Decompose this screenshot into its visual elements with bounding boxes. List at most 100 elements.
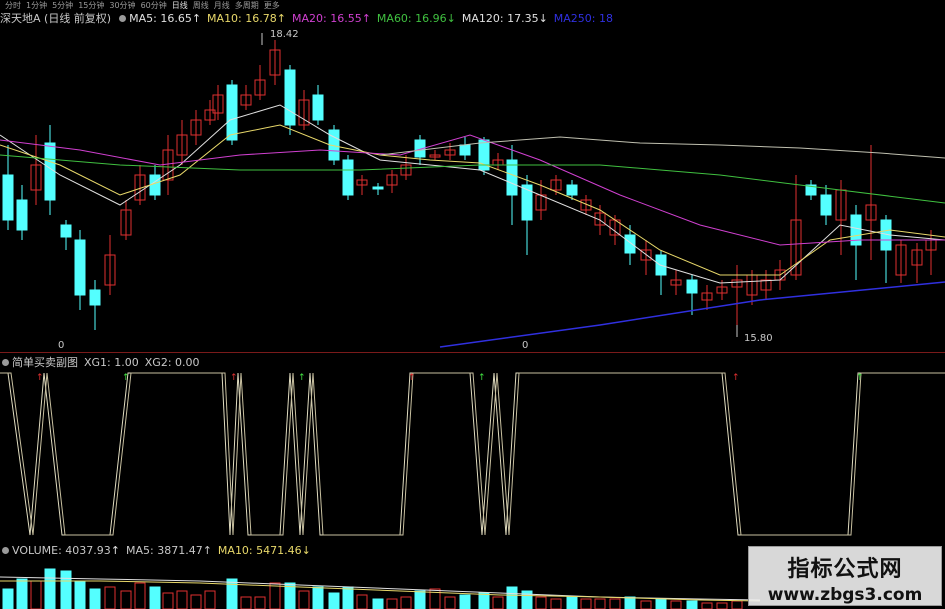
watermark-title: 指标公式网 xyxy=(787,557,903,582)
ma-legend-item: MA5: 16.65↑ xyxy=(129,11,202,25)
volume-bar xyxy=(609,598,621,609)
candle-body xyxy=(44,142,56,201)
signal-arrow-icon: ↑ xyxy=(122,373,130,383)
volume-bar xyxy=(298,590,310,609)
volume-bar xyxy=(686,600,698,609)
candle-body xyxy=(624,234,636,254)
volume-bar xyxy=(594,598,606,609)
signal-arrow-icon: ↑ xyxy=(732,373,740,383)
signal-arrow-icon: ↑ xyxy=(478,373,486,383)
indicator-header: 简单买卖副图 XG1: 1.00 XG2: 0.00 xyxy=(0,355,945,369)
volume-bar xyxy=(176,590,188,609)
volume-bar xyxy=(655,598,667,609)
volume-bar xyxy=(89,588,101,609)
volume-ma10: MA10: 5471.46↓ xyxy=(217,543,311,557)
candle-body xyxy=(312,94,324,121)
candle-body xyxy=(686,279,698,294)
candle-body xyxy=(74,239,86,296)
volume-bar xyxy=(149,586,161,609)
ma5-line xyxy=(0,104,945,284)
volume-bar xyxy=(414,590,426,609)
ma-legend-item: MA10: 16.78↑ xyxy=(207,11,286,25)
volume-bar xyxy=(190,594,202,609)
candle-body xyxy=(521,184,533,221)
volume-bar xyxy=(162,592,174,609)
timeframe-tab[interactable]: 更多 xyxy=(264,0,280,11)
timeframe-tab[interactable]: 多周期 xyxy=(235,0,259,11)
volume-bar xyxy=(328,592,340,609)
volume-bar xyxy=(492,596,504,609)
volume-ma5-line xyxy=(0,576,761,601)
ma-legend-item: MA20: 16.55↑ xyxy=(291,11,371,25)
volume-bar xyxy=(640,600,652,609)
timeframe-tab[interactable]: 1分钟 xyxy=(26,0,47,11)
volume-bar xyxy=(269,582,281,609)
indicator-chart[interactable]: ↑ ↑ ↑ ↑ ↑ ↑ ↑ ↑ xyxy=(0,369,945,542)
volume-bar xyxy=(60,570,72,609)
volume-label: VOLUME: 4037.93↑ xyxy=(12,543,120,557)
volume-bar xyxy=(670,600,682,609)
volume-bar xyxy=(120,590,132,609)
volume-ma5: MA5: 3871.47↑ xyxy=(125,543,212,557)
candle-body xyxy=(16,199,28,231)
timeframe-tab[interactable]: 日线 xyxy=(172,0,188,11)
volume-bar xyxy=(444,596,456,609)
main-chart-header: 深天地A (日线 前复权) MA5: 16.65↑ MA10: 16.78↑ MA2… xyxy=(0,11,945,26)
volume-bar xyxy=(312,586,324,609)
volume-bar xyxy=(226,578,238,609)
timeframe-tab[interactable]: 30分钟 xyxy=(109,0,135,11)
timeframe-tab[interactable]: 5分钟 xyxy=(52,0,73,11)
volume-bar xyxy=(16,578,28,609)
candle-body xyxy=(459,144,471,156)
volume-bar xyxy=(731,600,743,609)
high-price-label: 18.42 xyxy=(270,29,299,40)
timeframe-tab[interactable]: 60分钟 xyxy=(141,0,167,11)
candle-body xyxy=(89,289,101,306)
candle-body xyxy=(342,159,354,196)
signal-arrow-icon: ↑ xyxy=(856,373,864,383)
timeframe-tab[interactable]: 分时 xyxy=(5,0,21,11)
volume-bar xyxy=(580,598,592,609)
indicator-title: 简单买卖副图 xyxy=(12,356,78,369)
watermark-url: www.zbgs3.com xyxy=(767,585,923,605)
timeframe-tab[interactable]: 周线 xyxy=(193,0,209,11)
volume-bar xyxy=(356,594,368,609)
volume-ma10-line xyxy=(0,580,761,602)
volume-bar xyxy=(134,582,146,609)
volume-bar xyxy=(716,602,728,609)
volume-bar xyxy=(372,598,384,609)
volume-dot-icon[interactable] xyxy=(2,546,9,554)
signal-arrow-icon: ↑ xyxy=(408,373,416,383)
ma-legend: MA5: 16.65↑ MA10: 16.78↑ MA20: 16.55↑ MA60:… xyxy=(129,12,619,25)
timeframe-toolbar: 分时 1分钟 5分钟 15分钟 30分钟 60分钟 日线 周线 月线 多周期 更多 xyxy=(0,0,945,10)
indicator-dot-icon[interactable] xyxy=(2,358,9,366)
candle-body xyxy=(284,69,296,126)
volume-bar xyxy=(550,598,562,609)
candlestick-chart[interactable]: 18.42 15.80 0 0 xyxy=(0,25,945,350)
volume-bar xyxy=(74,580,86,609)
volume-bar xyxy=(386,598,398,609)
settings-dot-icon[interactable] xyxy=(119,14,127,22)
volume-bar xyxy=(478,592,490,609)
candle-body xyxy=(2,174,14,221)
signal-arrow-icon: ↑ xyxy=(36,373,44,383)
xg2-line xyxy=(0,372,945,536)
volume-bar xyxy=(701,602,713,609)
bottom-marker: 0 xyxy=(522,340,528,350)
candle-body xyxy=(820,194,832,216)
volume-bar xyxy=(2,588,14,609)
xg1-line xyxy=(0,372,945,536)
candle-body xyxy=(226,84,238,141)
signal-arrow-icon: ↑ xyxy=(230,373,238,383)
candle-body xyxy=(372,186,384,190)
watermark: 指标公式网 www.zbgs3.com xyxy=(748,546,942,606)
pane-divider xyxy=(0,352,945,353)
volume-bar xyxy=(30,580,42,609)
volume-bar xyxy=(44,568,56,609)
stock-title: 深天地A (日线 前复权) xyxy=(0,12,112,25)
timeframe-tab[interactable]: 15分钟 xyxy=(78,0,104,11)
volume-bar xyxy=(254,596,266,609)
volume-bar xyxy=(204,590,216,609)
volume-bar xyxy=(400,596,412,609)
timeframe-tab[interactable]: 月线 xyxy=(214,0,230,11)
